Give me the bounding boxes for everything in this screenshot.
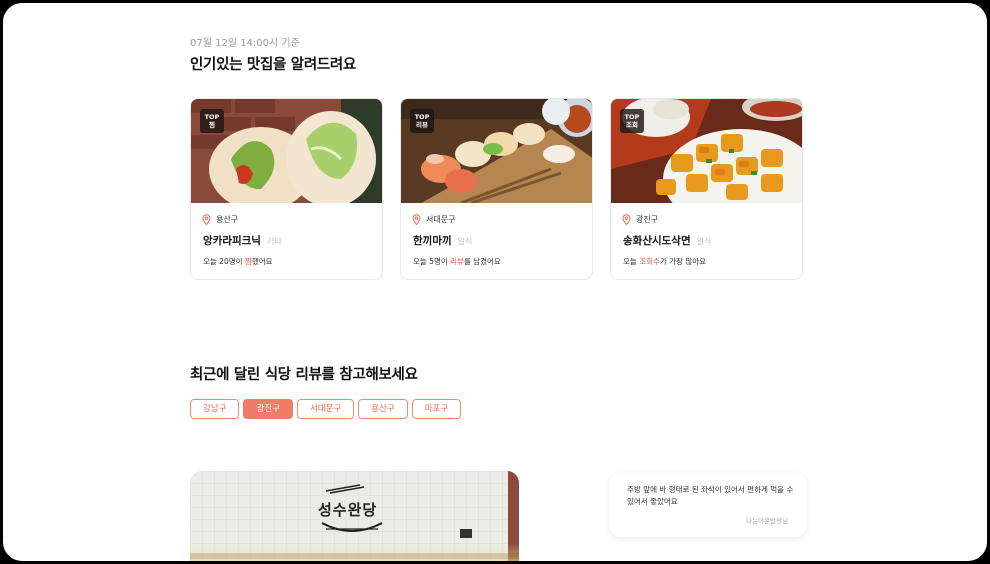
category-label: 일식: [696, 237, 712, 246]
district-filter: 강남구 광진구 서대문구 용산구 마포구: [190, 399, 462, 419]
map-pin-icon: [412, 214, 421, 225]
chip-gwangjin[interactable]: 광진구: [243, 399, 293, 419]
popular-section-title: 인기있는 맛집을 알려드려요: [190, 57, 356, 73]
chip-gangnam[interactable]: 강남구: [190, 399, 240, 419]
chip-mapo[interactable]: 마포구: [411, 399, 462, 419]
district-label: 광진구: [636, 215, 659, 224]
map-pin-icon: [202, 214, 211, 225]
storefront-photo[interactable]: 성수완당: [190, 471, 519, 561]
activity-note: 오늘 5명이 리뷰를 남겼어요: [413, 257, 501, 266]
reviews-section-title: 최근에 달린 식당 리뷰를 참고해보세요: [190, 367, 418, 383]
restaurant-name: 송화산시도삭면 일식: [623, 235, 712, 247]
location: 광진구: [622, 214, 658, 225]
review-author: 나는야혼밥왕님: [746, 517, 788, 525]
category-label: 기타: [266, 237, 282, 246]
top-badge: TOP 찜: [200, 109, 224, 133]
category-label: 일식: [457, 237, 473, 246]
restaurant-name: 앙카라피크닉 기타: [203, 235, 282, 247]
location: 용산구: [202, 214, 238, 225]
map-pin-icon: [622, 214, 631, 225]
review-card[interactable]: 주방 앞에 바 형태로 된 좌석이 있어서 편하게 먹을 수 있어서 좋았어요 …: [610, 473, 806, 537]
chip-seodaemun[interactable]: 서대문구: [296, 399, 355, 419]
review-text: 주방 앞에 바 형태로 된 좌석이 있어서 편하게 먹을 수 있어서 좋았어요: [627, 485, 794, 506]
chip-yongsan[interactable]: 용산구: [358, 399, 408, 419]
update-timestamp: 07월 12일 14:00시 기준: [190, 38, 300, 49]
district-label: 용산구: [216, 215, 239, 224]
location: 서대문구: [412, 214, 455, 225]
district-label: 서대문구: [426, 215, 456, 224]
app-window: 07월 12일 14:00시 기준 인기있는 맛집을 알려드려요 TOP 찜 용…: [0, 0, 990, 564]
top-badge: TOP 조회: [620, 109, 644, 133]
restaurant-card-1[interactable]: TOP 찜 용산구 앙카라피크닉 기타 오늘 20명이 찜했어요: [190, 98, 383, 280]
restaurant-card-2[interactable]: TOP 리뷰 서대문구 한끼마끼 일식 오늘 5명이 리뷰를 남겼어요: [400, 98, 593, 280]
restaurant-name: 한끼마끼 일식: [413, 235, 473, 247]
activity-note: 오늘 20명이 찜했어요: [203, 257, 273, 266]
activity-note: 오늘 조회수가 가장 많아요: [623, 257, 707, 266]
store-sign: 성수완당: [318, 501, 378, 519]
restaurant-card-3[interactable]: TOP 조회 광진구 송화산시도삭면 일식 오늘 조회수가 가장 많아요: [610, 98, 803, 280]
top-badge: TOP 리뷰: [410, 109, 434, 133]
